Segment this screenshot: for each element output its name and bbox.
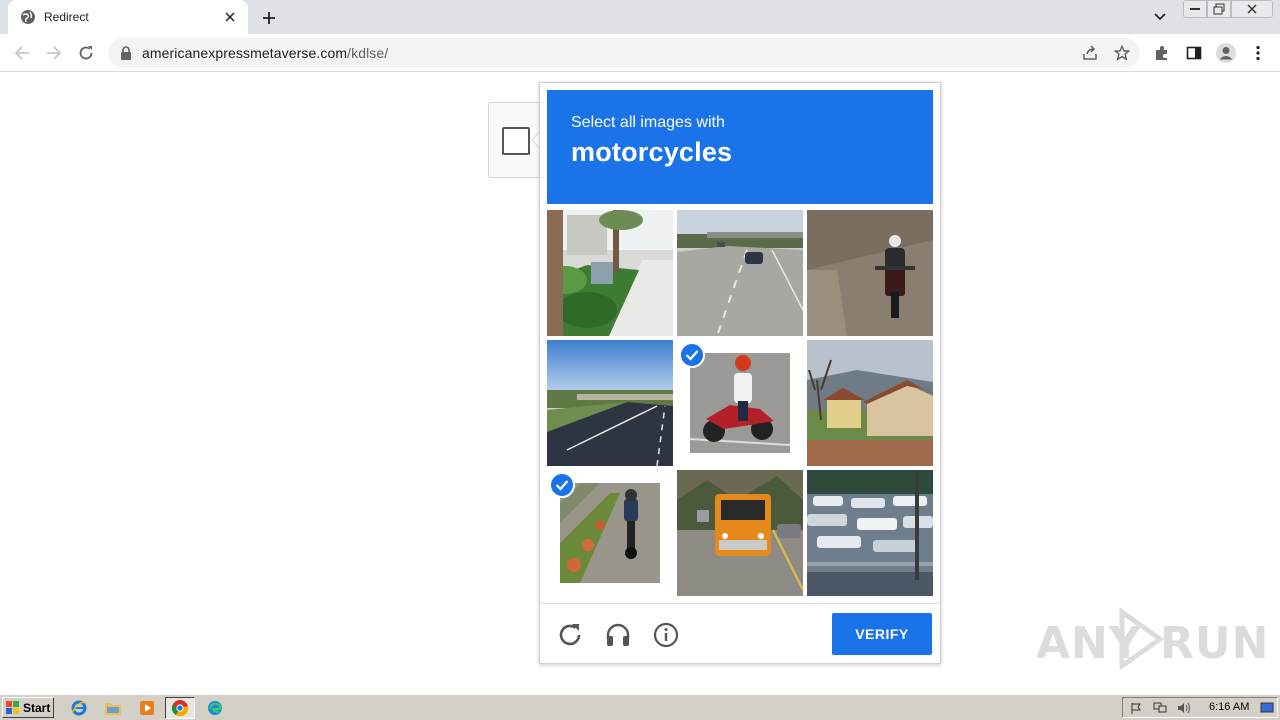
url-text: americanexpressmetaverse.com/kdlse/ xyxy=(142,45,388,61)
image-tile-2[interactable] xyxy=(677,210,803,336)
chevron-down-icon[interactable] xyxy=(1150,8,1170,26)
internet-explorer-icon[interactable] xyxy=(69,698,89,718)
new-tab-icon[interactable] xyxy=(258,7,280,29)
system-tray: 6:16 AM xyxy=(1122,697,1278,718)
image-tile-3[interactable] xyxy=(807,210,933,336)
browser-toolbar: americanexpressmetaverse.com/kdlse/ xyxy=(0,34,1280,72)
motorcycle-road-image xyxy=(807,210,933,336)
show-desktop-icon[interactable] xyxy=(1259,701,1275,715)
verify-button[interactable]: VERIFY xyxy=(832,613,932,655)
marina-boats-image xyxy=(807,470,933,596)
motorcycle-path-image xyxy=(560,483,660,583)
start-label: Start xyxy=(23,700,51,715)
lock-icon xyxy=(121,46,131,60)
network-icon[interactable] xyxy=(1152,701,1168,715)
url-path: /kdlse/ xyxy=(347,45,389,61)
share-icon[interactable] xyxy=(1079,42,1101,64)
back-arrow-icon[interactable] xyxy=(10,41,34,65)
reload-icon[interactable] xyxy=(555,620,585,650)
volume-icon[interactable] xyxy=(1176,701,1192,715)
image-tile-7[interactable] xyxy=(547,470,673,596)
tab-close-icon[interactable] xyxy=(222,9,238,25)
windows-flag-icon xyxy=(6,700,19,714)
clock: 6:16 AM xyxy=(1209,701,1250,713)
audio-headphones-icon[interactable] xyxy=(603,620,633,650)
tile-5-image xyxy=(690,353,790,453)
highway-car-image xyxy=(677,210,803,336)
image-tile-6[interactable] xyxy=(807,340,933,466)
watermark-text-right: RUN xyxy=(1160,618,1270,669)
image-tile-9[interactable] xyxy=(807,470,933,596)
palm-trees-image xyxy=(547,210,673,336)
extensions-puzzle-icon[interactable] xyxy=(1151,42,1173,64)
info-icon[interactable] xyxy=(651,620,681,650)
challenge-header: Select all images with motorcycles xyxy=(547,90,933,204)
image-grid xyxy=(547,210,933,596)
image-tile-1[interactable] xyxy=(547,210,673,336)
hillside-house-image xyxy=(807,340,933,466)
selected-check-icon xyxy=(549,472,575,498)
close-window-icon[interactable] xyxy=(1231,0,1273,18)
challenge-footer: VERIFY xyxy=(540,603,940,664)
globe-icon xyxy=(21,10,35,24)
selected-check-icon xyxy=(679,342,705,368)
profile-avatar-icon[interactable] xyxy=(1215,42,1237,64)
motorcycle-rider-image xyxy=(690,353,790,453)
edge-icon[interactable] xyxy=(205,698,225,718)
address-bar[interactable]: americanexpressmetaverse.com/kdlse/ xyxy=(108,38,1140,68)
anyrun-watermark: ANY RUN xyxy=(1036,606,1268,676)
tile-7-image xyxy=(560,483,660,583)
play-logo-icon xyxy=(1119,608,1164,670)
school-bus-image xyxy=(677,470,803,596)
image-tile-8[interactable] xyxy=(677,470,803,596)
start-button[interactable]: Start xyxy=(2,697,54,718)
action-center-flag-icon[interactable] xyxy=(1128,701,1144,715)
challenge-target: motorcycles xyxy=(571,137,733,167)
url-host: americanexpressmetaverse.com xyxy=(142,45,348,61)
bookmark-star-icon[interactable] xyxy=(1111,42,1133,64)
restore-window-icon[interactable] xyxy=(1207,0,1231,18)
side-panel-icon[interactable] xyxy=(1183,42,1205,64)
windows-taskbar: Start 6:16 AM xyxy=(0,694,1280,720)
captcha-challenge-dialog: Select all images with motorcycles VERIF… xyxy=(539,82,941,664)
kebab-menu-icon[interactable] xyxy=(1247,42,1269,64)
media-player-icon[interactable] xyxy=(137,698,157,718)
minimize-window-icon[interactable] xyxy=(1183,0,1207,18)
challenge-instruction: Select all images with xyxy=(571,114,725,131)
forward-arrow-icon[interactable] xyxy=(42,41,66,65)
chrome-taskbar-icon[interactable] xyxy=(165,697,195,719)
image-tile-4[interactable] xyxy=(547,340,673,466)
image-tile-5[interactable] xyxy=(677,340,803,466)
tab-title: Redirect xyxy=(44,10,89,24)
highway-overpass-image xyxy=(547,340,673,466)
browser-tab[interactable]: Redirect xyxy=(8,0,248,34)
captcha-checkbox[interactable] xyxy=(502,127,530,155)
tab-strip: Redirect xyxy=(0,0,1280,34)
reload-page-icon[interactable] xyxy=(74,41,98,65)
file-explorer-icon[interactable] xyxy=(103,698,123,718)
